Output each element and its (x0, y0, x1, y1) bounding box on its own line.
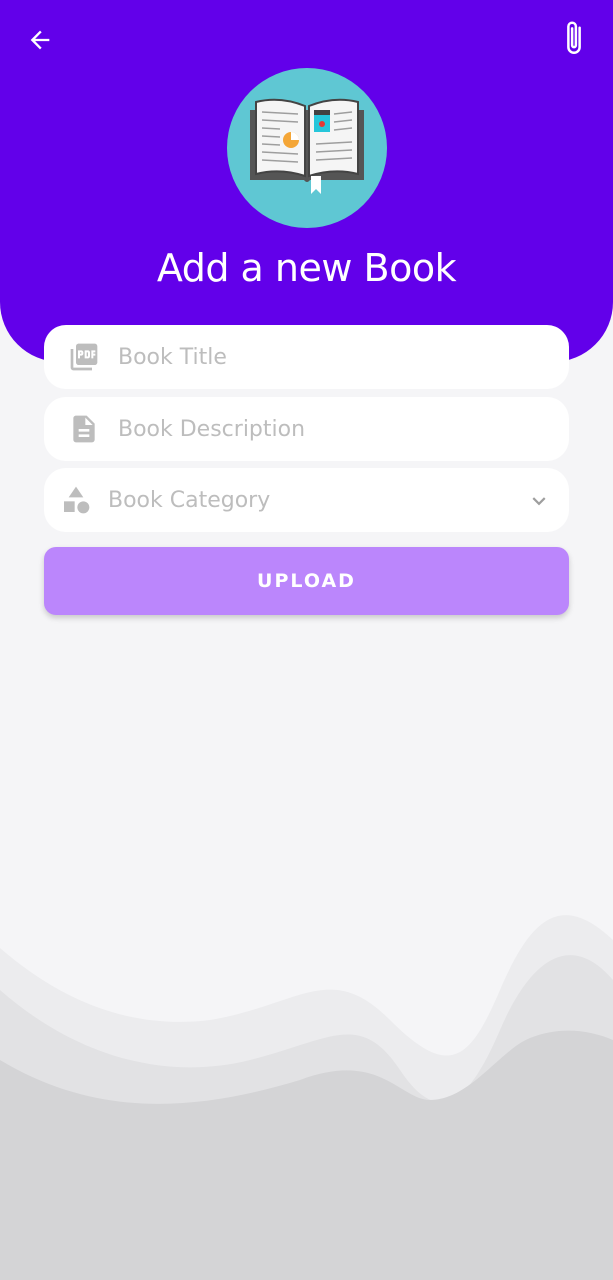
book-description-input[interactable] (116, 408, 550, 450)
book-description-field[interactable] (44, 397, 569, 461)
book-category-select[interactable]: Book Category (44, 468, 569, 532)
paperclip-icon (567, 21, 581, 55)
header: Add a new Book (0, 0, 613, 362)
arrow-back-icon (30, 30, 50, 50)
upload-button[interactable]: UPLOAD (44, 547, 569, 615)
back-button[interactable] (20, 20, 60, 60)
document-icon (68, 413, 100, 445)
book-illustration (227, 68, 387, 228)
page-title: Add a new Book (156, 246, 457, 290)
book-title-field[interactable] (44, 325, 569, 389)
chevron-down-icon[interactable] (526, 488, 552, 519)
book-category-placeholder: Book Category (108, 487, 271, 513)
book-title-input[interactable] (116, 336, 550, 378)
open-book-icon (250, 98, 364, 194)
decorative-waves (0, 915, 613, 1280)
attach-button[interactable] (553, 18, 595, 60)
shapes-icon (60, 484, 92, 516)
pdf-icon (68, 341, 100, 373)
